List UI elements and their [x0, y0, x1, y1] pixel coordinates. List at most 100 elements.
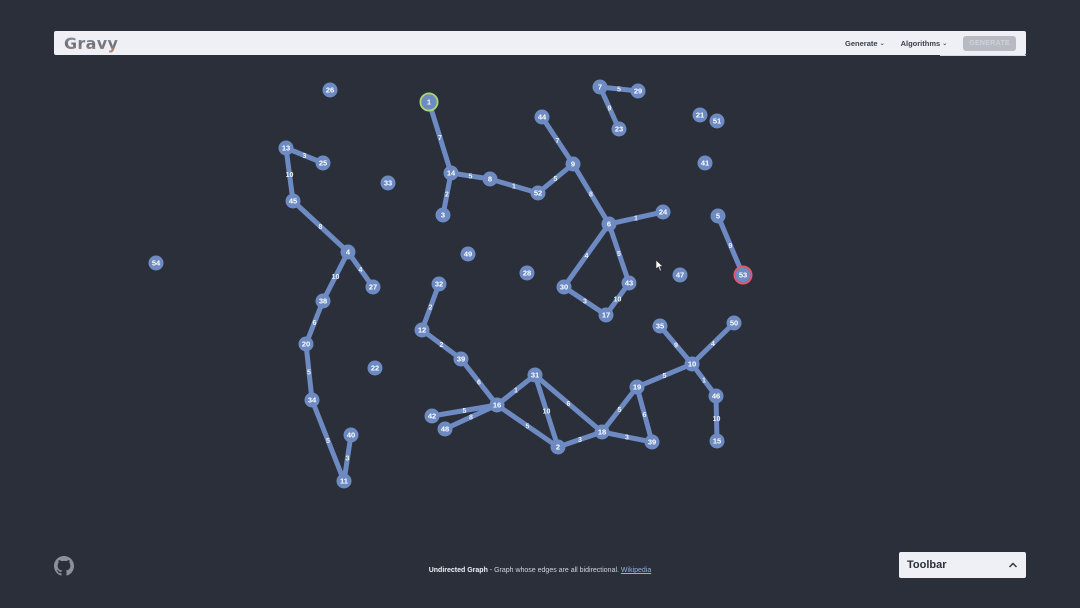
node-label: 52	[534, 189, 542, 198]
graph-node[interactable]: 8	[482, 171, 498, 187]
node-label: 3	[441, 211, 445, 220]
graph-node[interactable]: 24	[655, 204, 671, 220]
node-label: 23	[615, 125, 623, 134]
graph-node[interactable]: 18	[594, 424, 610, 440]
graph-node[interactable]: 33	[380, 175, 396, 191]
graph-node[interactable]: 17	[598, 307, 614, 323]
edge-weight-label: 3	[583, 299, 587, 306]
wikipedia-link[interactable]: Wikipedia	[621, 567, 651, 574]
graph-node[interactable]: 1	[419, 92, 439, 112]
edge-weight-label: 10	[286, 172, 294, 179]
edge-weight-label: 8	[319, 224, 323, 231]
graph-node[interactable]: 50	[726, 315, 742, 331]
graph-node[interactable]: 22	[367, 360, 383, 376]
edge-weight-label: 7	[556, 138, 560, 145]
graph-node[interactable]: 20	[298, 336, 314, 352]
node-label: 2	[556, 443, 560, 452]
graph-node[interactable]: 14	[443, 165, 459, 181]
graph-node[interactable]: 38	[315, 293, 331, 309]
graph-node[interactable]: 2	[550, 439, 566, 455]
graph-node[interactable]: 46	[708, 388, 724, 404]
graph-node[interactable]: 30	[556, 279, 572, 295]
chevron-up-icon[interactable]	[1008, 561, 1018, 569]
graph-node[interactable]: 4	[340, 244, 356, 260]
node-label: 32	[435, 280, 443, 289]
graph-node[interactable]: 21	[692, 107, 708, 123]
graph-node[interactable]: 29	[630, 83, 646, 99]
graph-node[interactable]: 43	[621, 275, 637, 291]
edge-weight-label: 6	[313, 320, 317, 327]
node-label: 10	[688, 360, 696, 369]
graph-node[interactable]: 32	[431, 276, 447, 292]
graph-node[interactable]: 39	[644, 434, 660, 450]
graph-node[interactable]: 11	[336, 473, 352, 489]
edge-weight-label: 4	[585, 253, 589, 260]
graph-node[interactable]: 45	[285, 193, 301, 209]
node-label: 13	[282, 144, 290, 153]
graph-node[interactable]: 51	[709, 113, 725, 129]
node-label: 14	[447, 169, 456, 178]
node-label: 53	[739, 271, 747, 280]
graph-node[interactable]: 26	[322, 82, 338, 98]
graph-node[interactable]: 44	[534, 109, 550, 125]
graph-node[interactable]: 19	[629, 379, 645, 395]
graph-node[interactable]: 3	[435, 207, 451, 223]
graph-node[interactable]: 52	[530, 185, 546, 201]
node-label: 5	[716, 212, 720, 221]
graph-node[interactable]: 35	[652, 318, 668, 334]
node-label: 29	[634, 87, 642, 96]
edge-weight-layer: 725157814 5103599310841065532265815106353…	[286, 87, 733, 463]
graph-node[interactable]: 25	[315, 155, 331, 171]
graph-node[interactable]: 54	[148, 255, 164, 271]
node-label: 20	[302, 340, 310, 349]
node-label: 17	[602, 311, 610, 320]
edge-weight-label: 2	[429, 305, 433, 312]
edge-weight-label: 1	[634, 216, 638, 223]
graph-canvas[interactable]: 725157814 5103599310841065532265815106353…	[0, 0, 1080, 608]
graph-node[interactable]: 40	[343, 427, 359, 443]
edge-weight-label: 1	[514, 388, 518, 395]
graph-node[interactable]: 7	[592, 79, 608, 95]
node-label: 43	[625, 279, 633, 288]
node-label: 21	[696, 111, 704, 120]
graph-node[interactable]: 31	[527, 367, 543, 383]
graph-node[interactable]: 13	[278, 140, 294, 156]
graph-node[interactable]: 41	[697, 155, 713, 171]
graph-node[interactable]: 6	[601, 216, 617, 232]
edge-weight-label: 2	[440, 342, 444, 349]
graph-node[interactable]: 5	[710, 208, 726, 224]
graph-node[interactable]: 47	[672, 267, 688, 283]
graph-node[interactable]: 10	[684, 356, 700, 372]
graph-node[interactable]: 34	[304, 392, 320, 408]
graph-node[interactable]: 42	[424, 408, 440, 424]
node-label: 47	[676, 271, 684, 280]
node-label: 9	[571, 160, 575, 169]
graph-node[interactable]: 16	[489, 397, 505, 413]
graph-node[interactable]: 15	[709, 433, 725, 449]
node-label: 26	[326, 86, 334, 95]
node-label: 35	[656, 322, 664, 331]
graph-node[interactable]: 27	[365, 279, 381, 295]
edge-weight-label: 9	[674, 343, 678, 350]
node-label: 34	[308, 396, 317, 405]
toolbar-panel[interactable]: Toolbar	[899, 552, 1026, 578]
node-label: 16	[493, 401, 501, 410]
graph-node[interactable]: 49	[460, 246, 476, 262]
graph-node[interactable]: 53	[733, 265, 753, 285]
edge-weight-label: 5	[463, 408, 467, 415]
graph-node[interactable]: 12	[414, 322, 430, 338]
node-label: 12	[418, 326, 426, 335]
node-label: 1	[427, 98, 431, 107]
graph-node[interactable]: 48	[437, 421, 453, 437]
node-label: 15	[713, 437, 721, 446]
graph-node[interactable]: 9	[565, 156, 581, 172]
node-label: 45	[289, 197, 297, 206]
edge-weight-label: 7	[438, 135, 442, 142]
graph-node[interactable]: 23	[611, 121, 627, 137]
edge-weight-label: 9	[608, 106, 612, 113]
graph-node[interactable]: 39	[453, 351, 469, 367]
edge-weight-label: 6	[477, 380, 481, 387]
node-label: 41	[701, 159, 709, 168]
graph-node[interactable]: 28	[519, 265, 535, 281]
edge-weight-label: 5	[617, 87, 621, 94]
